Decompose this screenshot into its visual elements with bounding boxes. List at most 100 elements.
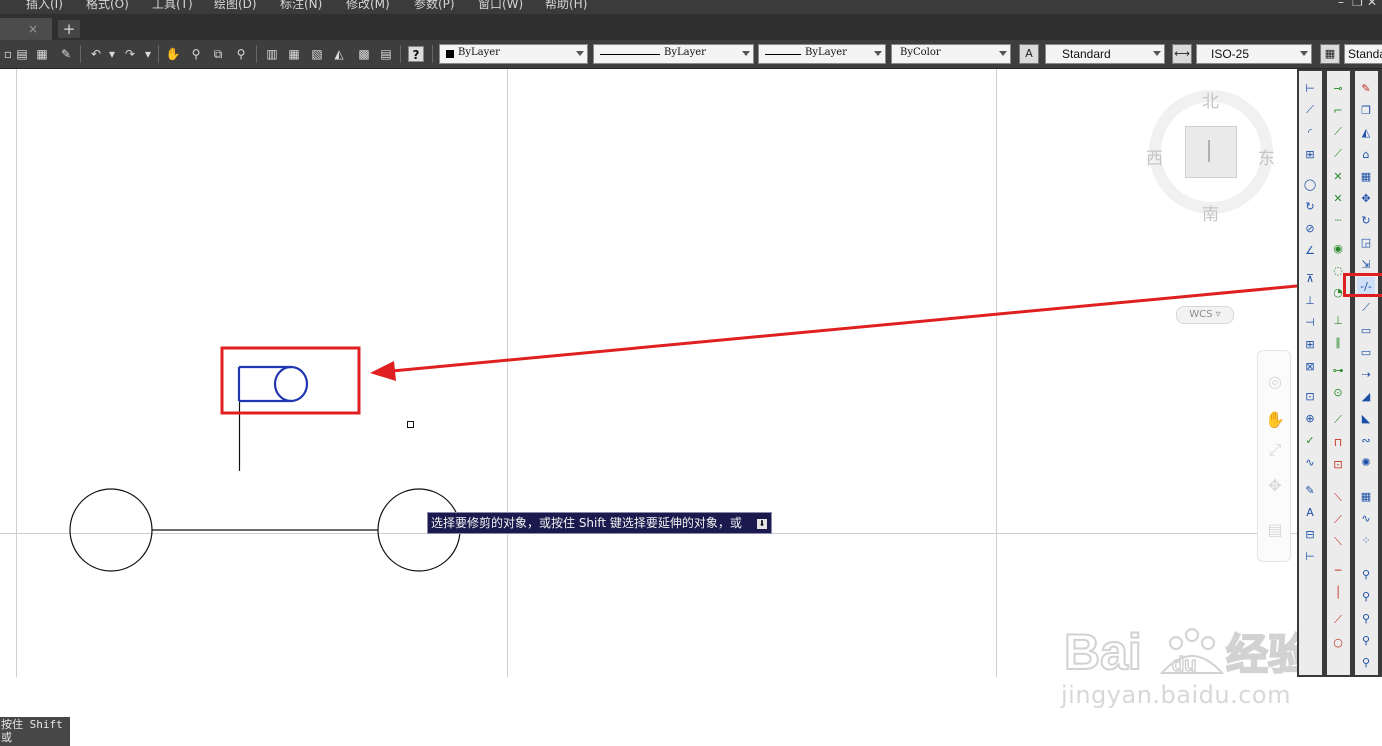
linear-dim-icon[interactable]: ⊢ xyxy=(1301,79,1319,97)
snap-parallel-icon[interactable]: ∥ xyxy=(1329,333,1347,351)
extend-icon[interactable]: ⟋ xyxy=(1357,299,1375,317)
table-style-control[interactable]: Standa xyxy=(1344,44,1382,64)
inspect-icon[interactable]: ✓ xyxy=(1301,431,1319,449)
rotate-icon[interactable]: ↻ xyxy=(1357,211,1375,229)
arc-icon[interactable]: ⟋ xyxy=(1329,611,1347,629)
text-style-control[interactable]: Standard xyxy=(1045,44,1165,64)
chamfer-icon[interactable]: ◢ xyxy=(1357,387,1375,405)
fillet-icon[interactable]: ◣ xyxy=(1357,409,1375,427)
new-tab-button[interactable]: + xyxy=(58,20,80,38)
color-control[interactable]: ByLayer xyxy=(439,44,588,64)
selected-rectangle-entity[interactable] xyxy=(239,365,309,403)
zoom-window-icon[interactable]: ⧉ xyxy=(210,46,226,62)
break-at-point-icon[interactable]: ▭ xyxy=(1357,321,1375,339)
diameter-icon[interactable]: ⊘ xyxy=(1301,219,1319,237)
mirror-icon[interactable]: ◭ xyxy=(1357,123,1375,141)
snap-endpoint-icon[interactable]: ⟋ xyxy=(1329,123,1347,141)
snap-center-icon[interactable]: ◉ xyxy=(1329,239,1347,257)
temp-track-icon[interactable]: ⊸ xyxy=(1329,79,1347,97)
zoom-center-icon[interactable]: ⚲ xyxy=(1357,631,1375,649)
left-circle-entity[interactable] xyxy=(69,488,153,572)
restore-icon[interactable]: ❐ xyxy=(1352,0,1363,9)
zoom-previous-icon[interactable]: ⚲ xyxy=(233,46,249,62)
dim-update-icon[interactable]: ⊟ xyxy=(1301,525,1319,543)
join-icon[interactable]: ⇢ xyxy=(1357,365,1375,383)
draw-line-icon[interactable]: ⟍ xyxy=(1329,489,1347,507)
snap-settings-icon[interactable]: ⊡ xyxy=(1329,455,1347,473)
arc-length-icon[interactable]: ◜ xyxy=(1301,123,1319,141)
pan-icon[interactable]: ✋ xyxy=(165,46,181,62)
steering-wheel-icon[interactable]: ◎ xyxy=(1264,371,1286,393)
menu-modify[interactable]: 修改(M) xyxy=(346,0,390,12)
redo-icon[interactable]: ↷ xyxy=(122,46,138,62)
menu-insert[interactable]: 插入(I) xyxy=(26,0,63,12)
copy-icon[interactable]: ❐ xyxy=(1357,101,1375,119)
erase-icon[interactable]: ✎ xyxy=(1357,79,1375,97)
jogged-linear-icon[interactable]: ∿ xyxy=(1301,453,1319,471)
calculator-icon[interactable]: ▤ xyxy=(378,46,394,62)
undo-icon[interactable]: ↶ xyxy=(88,46,104,62)
zoom-realtime-icon[interactable]: ⚲ xyxy=(188,46,204,62)
tolerance-icon[interactable]: ⊡ xyxy=(1301,387,1319,405)
menu-help[interactable]: 帮助(H) xyxy=(545,0,587,12)
snap-insert-icon[interactable]: ⊶ xyxy=(1329,361,1347,379)
polyline-icon[interactable]: ⟍ xyxy=(1329,533,1347,551)
brush-icon[interactable]: ✎ xyxy=(58,46,74,62)
drawing-tab[interactable]: × xyxy=(0,18,52,40)
menu-parametric[interactable]: 参数(P) xyxy=(414,0,455,12)
ordinate-icon[interactable]: ⊞ xyxy=(1301,145,1319,163)
snap-apparent-icon[interactable]: ✕ xyxy=(1329,189,1347,207)
polygon-icon[interactable]: ─ xyxy=(1329,561,1347,579)
angular-icon[interactable]: ∠ xyxy=(1301,241,1319,259)
space-icon[interactable]: ⊞ xyxy=(1301,335,1319,353)
circle-icon[interactable]: ○ xyxy=(1329,633,1347,651)
jogged-icon[interactable]: ↻ xyxy=(1301,197,1319,215)
pan-icon[interactable]: ✋ xyxy=(1264,409,1286,431)
tool-palettes-icon[interactable]: ▧ xyxy=(309,46,325,62)
selected-arc-entity[interactable] xyxy=(273,365,292,403)
radius-icon[interactable]: ◯ xyxy=(1301,175,1319,193)
aligned-dim-icon[interactable]: ⟋ xyxy=(1301,101,1319,119)
design-center-icon[interactable]: ▦ xyxy=(286,46,302,62)
markup-icon[interactable]: ▩ xyxy=(356,46,372,62)
construction-line-icon[interactable]: ⟋ xyxy=(1329,511,1347,529)
text-style-icon[interactable]: A xyxy=(1019,44,1039,64)
baseline-icon[interactable]: ⊥ xyxy=(1301,291,1319,309)
zoom-extents-icon[interactable]: ⤢ xyxy=(1264,439,1286,461)
snap-node-icon[interactable]: ⊙ xyxy=(1329,383,1347,401)
model-space[interactable] xyxy=(0,69,1297,677)
showmotion-icon[interactable]: ▤ xyxy=(1264,519,1286,541)
dim-edit-icon[interactable]: ✎ xyxy=(1301,481,1319,499)
array-icon[interactable]: ▦ xyxy=(1357,167,1375,185)
tab-close-icon[interactable]: × xyxy=(28,22,38,36)
redo-dropdown-icon[interactable]: ▾ xyxy=(140,46,156,62)
dim-style-control[interactable]: ISO-25 xyxy=(1196,44,1312,64)
snap-nearest-icon[interactable]: ⟋ xyxy=(1329,411,1347,429)
dim-text-edit-icon[interactable]: A xyxy=(1301,503,1319,521)
viewcube-top-face[interactable] xyxy=(1185,126,1237,178)
snap-none-icon[interactable]: ⊓ xyxy=(1329,433,1347,451)
menu-tools[interactable]: 工具(T) xyxy=(152,0,193,12)
snap-extension-icon[interactable]: ┈ xyxy=(1329,211,1347,229)
explode-icon[interactable]: ✺ xyxy=(1357,453,1375,471)
linetype-control[interactable]: ByLayer xyxy=(593,44,754,64)
viewcube-north[interactable]: 北 xyxy=(1202,87,1219,112)
offset-icon[interactable]: ⌂ xyxy=(1357,145,1375,163)
zoom-object-icon[interactable]: ⚲ xyxy=(1357,653,1375,671)
drawing-canvas[interactable]: 北 南 东 西 WCS ▿ ◎ ✋ ⤢ ✥ ▤ 选择要修剪的对象，或按住 Shi… xyxy=(0,69,1311,746)
menu-dimension[interactable]: 标注(N) xyxy=(280,0,322,12)
help-icon[interactable]: ? xyxy=(408,46,424,62)
zoom-scale-icon[interactable]: ⚲ xyxy=(1357,609,1375,627)
center-mark-icon[interactable]: ⊕ xyxy=(1301,409,1319,427)
plotstyle-control[interactable]: ByColor xyxy=(891,44,1011,64)
match-properties-icon[interactable]: ▦ xyxy=(34,46,50,62)
sheet-set-icon[interactable]: ◭ xyxy=(331,46,347,62)
dim-style-icon[interactable]: ⊢ xyxy=(1301,547,1319,565)
viewcube-east[interactable]: 东 xyxy=(1258,144,1275,169)
properties-icon[interactable]: ▥ xyxy=(264,46,280,62)
viewcube-west[interactable]: 西 xyxy=(1146,144,1163,169)
lineweight-control[interactable]: ByLayer xyxy=(758,44,886,64)
close-window-icon[interactable]: ✕ xyxy=(1367,0,1377,9)
snap-from-icon[interactable]: ⌐ xyxy=(1329,101,1347,119)
zoom-dynamic-icon[interactable]: ⚲ xyxy=(1357,587,1375,605)
